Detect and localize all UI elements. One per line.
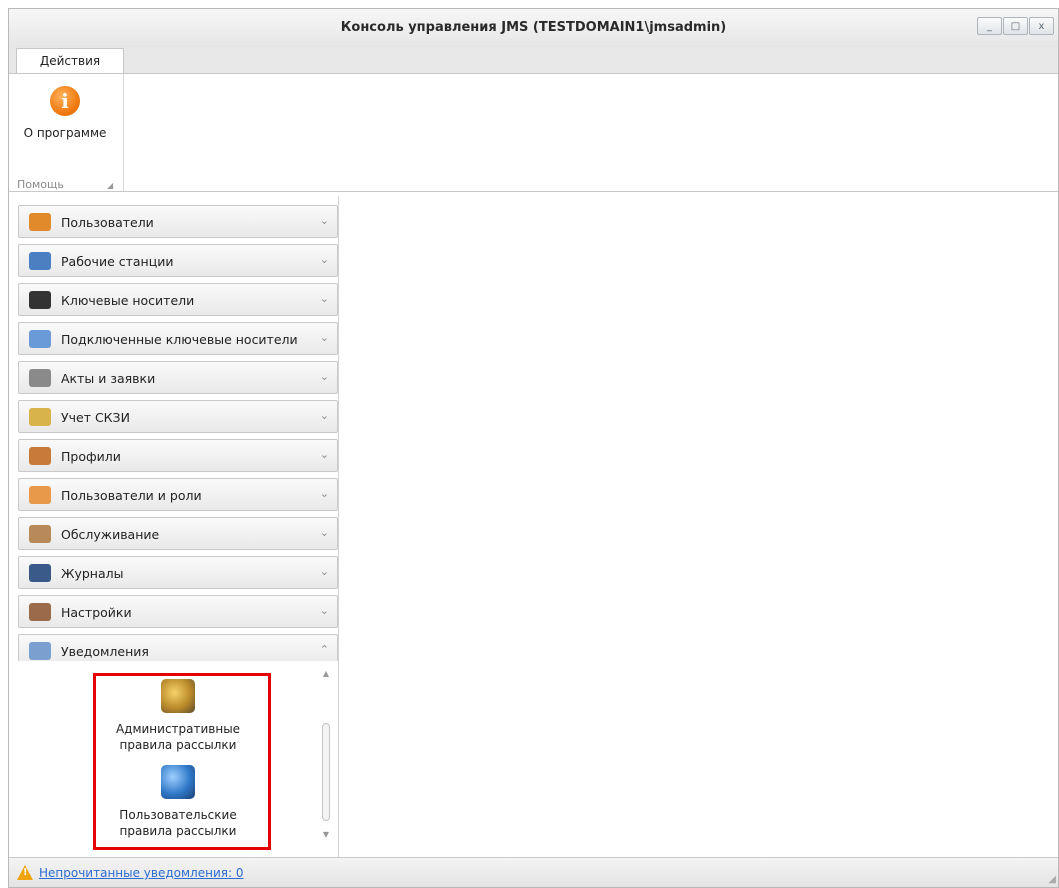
nav-item[interactable]: Настройки ⌄ — [18, 595, 338, 628]
chevron-down-icon[interactable]: ⌄ — [320, 487, 329, 500]
nav-item-label: Учет СКЗИ — [61, 410, 130, 425]
nav-item[interactable]: Рабочие станции ⌄ — [18, 244, 338, 277]
resize-grip-icon[interactable]: ◢ — [1048, 874, 1056, 885]
nav-item[interactable]: Пользователи и роли ⌄ — [18, 478, 338, 511]
nav-item[interactable]: Ключевые носители ⌄ — [18, 283, 338, 316]
title-bar: Консоль управления JMS (TESTDOMAIN1\jmsa… — [9, 9, 1058, 47]
nav-item-label: Пользователи — [61, 215, 154, 230]
admin-mailing-rules-item[interactable]: Административные правила рассылки — [98, 679, 258, 753]
nav-item[interactable]: Профили ⌄ — [18, 439, 338, 472]
close-button[interactable]: x — [1029, 17, 1054, 35]
maximize-button[interactable]: □ — [1003, 17, 1028, 35]
ribbon: i О программе Помощь ◢ — [9, 73, 1058, 192]
log-icon — [29, 564, 51, 582]
chevron-down-icon[interactable]: ⌄ — [320, 604, 329, 617]
nav-item-label: Журналы — [61, 566, 124, 581]
notifications-scrollbar[interactable]: ▲ ▼ — [320, 669, 332, 839]
chevron-down-icon[interactable]: ⌄ — [320, 526, 329, 539]
chevron-up-icon[interactable]: ⌃ — [320, 643, 329, 656]
profiles-icon — [29, 447, 51, 465]
user-mailing-rules-label: Пользовательские правила рассылки — [119, 808, 237, 838]
nav-item-label: Профили — [61, 449, 121, 464]
ribbon-tabstrip: Действия — [9, 47, 1058, 74]
chevron-down-icon[interactable]: ⌄ — [320, 253, 329, 266]
chevron-down-icon[interactable]: ⌄ — [320, 331, 329, 344]
ribbon-group-help: i О программе Помощь ◢ — [9, 74, 124, 191]
settings-icon — [29, 603, 51, 621]
status-bar: ! Непрочитанные уведомления: 0 ◢ — [9, 857, 1058, 887]
shield-icon — [29, 486, 51, 504]
nav-item[interactable]: Пользователи ⌄ — [18, 205, 338, 238]
group-caption: Помощь — [17, 178, 64, 191]
unread-notifications-link[interactable]: Непрочитанные уведомления: 0 — [39, 866, 243, 880]
nav-item[interactable]: Акты и заявки ⌄ — [18, 361, 338, 394]
about-label: О программе — [23, 126, 107, 140]
chevron-down-icon[interactable]: ⌄ — [320, 370, 329, 383]
navigation-pane: Пользователи ⌄ Рабочие станции ⌄ Ключевые но… — [16, 196, 339, 860]
users-icon — [29, 213, 51, 231]
scroll-down-icon[interactable]: ▼ — [320, 830, 332, 839]
about-button[interactable]: i О программе — [11, 80, 119, 150]
nav-item[interactable]: Журналы ⌄ — [18, 556, 338, 589]
chevron-down-icon[interactable]: ⌄ — [320, 292, 329, 305]
dialog-launcher-icon[interactable]: ◢ — [107, 181, 113, 190]
nav-item-label: Пользователи и роли — [61, 488, 202, 503]
chevron-down-icon[interactable]: ⌄ — [320, 448, 329, 461]
nav-item-label: Уведомления — [61, 644, 149, 659]
usb-key-icon — [29, 291, 51, 309]
scroll-thumb[interactable] — [322, 723, 330, 821]
nav-item-label: Обслуживание — [61, 527, 160, 542]
tab-actions[interactable]: Действия — [16, 48, 124, 74]
app-window: Консоль управления JMS (TESTDOMAIN1\jmsa… — [8, 8, 1059, 888]
nav-item[interactable]: Обслуживание ⌄ — [18, 517, 338, 550]
workstations-icon — [29, 252, 51, 270]
user-mailing-rules-item[interactable]: Пользовательские правила рассылки — [98, 765, 258, 839]
connected-keys-icon — [29, 330, 51, 348]
nav-item-label: Подключенные ключевые носители — [61, 332, 298, 347]
lock-icon — [29, 408, 51, 426]
chevron-down-icon[interactable]: ⌄ — [320, 409, 329, 422]
admin-mailing-rules-label: Административные правила рассылки — [115, 722, 241, 752]
minimize-button[interactable]: _ — [977, 17, 1002, 35]
chevron-down-icon[interactable]: ⌄ — [320, 565, 329, 578]
admin-mailing-rules-icon — [161, 679, 195, 713]
nav-item[interactable]: Подключенные ключевые носители ⌄ — [18, 322, 338, 355]
envelope-info-icon — [29, 642, 51, 660]
user-mailing-rules-icon — [161, 765, 195, 799]
clipboard-icon — [29, 525, 51, 543]
nav-item[interactable]: Учет СКЗИ ⌄ — [18, 400, 338, 433]
window-title: Консоль управления JMS (TESTDOMAIN1\jmsa… — [340, 20, 727, 35]
nav-item-label: Ключевые носители — [61, 293, 195, 308]
window-controls: _ □ x — [977, 17, 1054, 35]
printer-icon — [29, 369, 51, 387]
nav-item-label: Акты и заявки — [61, 371, 156, 386]
info-icon: i — [50, 86, 80, 116]
chevron-down-icon[interactable]: ⌄ — [320, 214, 329, 227]
nav-item-label: Настройки — [61, 605, 132, 620]
notifications-panel: Административные правила рассылки Пользо… — [18, 661, 338, 858]
nav-item-label: Рабочие станции — [61, 254, 174, 269]
scroll-up-icon[interactable]: ▲ — [320, 669, 332, 678]
warning-icon-mark: ! — [23, 867, 28, 878]
